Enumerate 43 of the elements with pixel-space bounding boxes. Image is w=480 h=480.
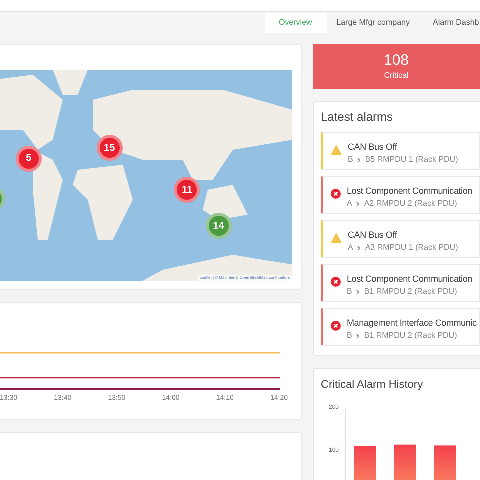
alarm-device: B1 RMPDU 2 (Rack PDU)	[364, 286, 458, 298]
warning-icon	[331, 233, 342, 243]
cluster-marker[interactable]: 11	[174, 177, 200, 204]
alarm-item[interactable]: Management Interface Communic B B1 RMPDU 2 (Rack PDU)	[321, 308, 480, 346]
alarm-title: Lost Component Communication	[347, 185, 472, 198]
card-title: Critical Alarm History	[321, 378, 424, 393]
alarm-device: A3 RMPDU 1 (Rack PDU)	[365, 242, 458, 254]
chevron-icon	[356, 290, 360, 294]
card-title: Latest alarms	[321, 109, 394, 126]
warning-icon	[331, 145, 342, 155]
bar	[394, 444, 416, 480]
alarm-location: B	[348, 154, 354, 166]
alarm-item[interactable]: CAN Bus Off B B5 RMPDU 1 (Rack PDU)	[321, 132, 480, 170]
alarm-location: B	[347, 286, 352, 298]
alarm-item[interactable]: Lost Component Communication B B1 RMPDU 2 (Rack PDU)	[321, 264, 480, 302]
chevron-icon	[356, 202, 360, 206]
chevron-icon	[357, 246, 362, 250]
alarm-title: Management Interface Communic	[347, 317, 477, 330]
cluster-marker[interactable]: 15	[96, 135, 123, 162]
error-icon	[331, 189, 341, 199]
alarm-location: A	[347, 198, 352, 210]
alarm-title: CAN Bus Off	[348, 229, 398, 242]
alarm-title: Lost Component Communication	[347, 273, 472, 286]
critical-count: 108	[384, 52, 410, 70]
error-icon	[331, 277, 341, 287]
alarm-location: A	[348, 242, 354, 254]
alarm-title: CAN Bus Off	[348, 141, 398, 154]
cluster-marker[interactable]: 14	[206, 213, 232, 240]
tab[interactable]: Alarm Dashb	[420, 13, 480, 33]
chevron-icon	[356, 334, 360, 338]
alarm-item[interactable]: CAN Bus Off A A3 RMPDU 1 (Rack PDU)	[321, 220, 480, 258]
alarm-location: B	[347, 330, 352, 342]
alarm-device: A2 RMPDU 2 (Rack PDU)	[364, 198, 458, 210]
cluster-marker[interactable]: 5	[16, 146, 42, 172]
chevron-icon	[357, 158, 362, 162]
alarm-item[interactable]: Lost Component Communication A A2 RMPDU 2 (Rack PDU)	[321, 176, 480, 214]
bar	[354, 446, 376, 480]
error-icon	[331, 321, 341, 331]
critical-label: Critical	[384, 70, 409, 82]
alarm-device: B5 RMPDU 1 (Rack PDU)	[365, 154, 458, 166]
tab[interactable]: Large Mfgr company	[326, 13, 420, 33]
bar	[434, 445, 456, 480]
alarm-device: B1 RMPDU 2 (Rack PDU)	[364, 330, 458, 342]
